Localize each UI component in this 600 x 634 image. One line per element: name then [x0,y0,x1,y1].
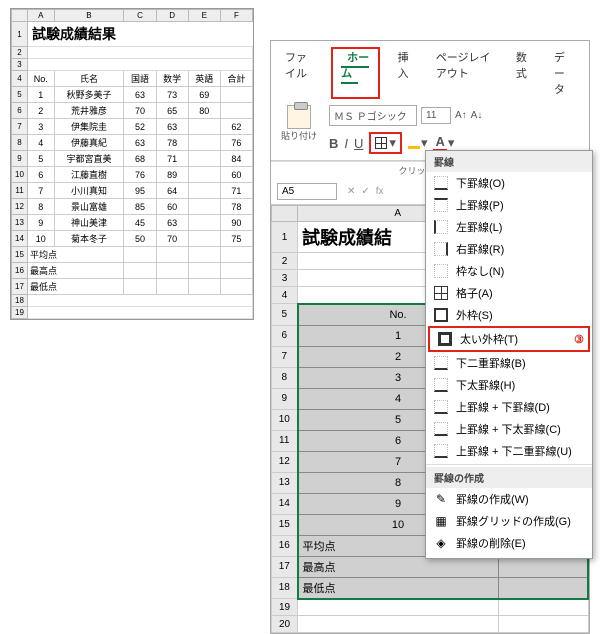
select-all[interactable] [272,206,298,222]
border-dropdown[interactable]: ▾ [369,132,402,154]
fill-color-button[interactable]: ▾ [408,135,428,151]
border-icon [434,198,448,212]
tab-insert[interactable]: 挿入 [392,47,418,99]
preview-sheet: ABCDEF 1試験成績結果 2 3 4 No.氏名 国語数学 英語合計 51秋… [10,8,254,320]
menu-section-draw: 罫線の作成 [426,467,592,488]
name-box[interactable]: A5 [277,183,337,200]
thick-border-icon [438,332,452,346]
border-icon [434,286,448,300]
tab-data[interactable]: データ [548,47,581,99]
underline-button[interactable]: U [354,136,363,151]
cancel-icon[interactable]: ✕ [347,186,355,197]
tool-icon: ◈ [434,536,448,550]
italic-button[interactable]: I [344,136,348,151]
border-icon [434,422,448,436]
paste-icon [287,105,311,129]
tab-file[interactable]: ファイル [279,47,319,99]
menu-section-borders: 罫線 [426,151,592,172]
fx-button[interactable]: fx [376,186,384,197]
increase-font-icon[interactable]: A↑ [455,110,467,121]
bucket-icon [408,137,420,149]
border-icon [434,264,448,278]
bold-button[interactable]: B [329,136,338,151]
menu-item[interactable]: 左罫線(L) [426,216,592,238]
menu-item[interactable]: ✎罫線の作成(W) [426,488,592,510]
preview-col-headers: ABCDEF [12,10,253,22]
menu-item[interactable]: ◈罫線の削除(E) [426,532,592,554]
tab-home[interactable]: ホーム [341,50,369,84]
menu-item[interactable]: ▦罫線グリッドの作成(G) [426,510,592,532]
confirm-icon[interactable]: ✓ [361,186,369,197]
border-icon [434,356,448,370]
paste-button[interactable]: 貼り付け [277,105,321,142]
menu-item[interactable]: 右罫線(R) [426,238,592,260]
border-icon [434,242,448,256]
menu-item[interactable]: 上罫線(P) [426,194,592,216]
decrease-font-icon[interactable]: A↓ [471,110,483,121]
chevron-down-icon: ▾ [389,135,396,151]
clipboard-group: 貼り付け [277,105,321,142]
border-icon [434,176,448,190]
menu-item[interactable]: 外枠(S) [426,304,592,326]
border-icon [434,308,448,322]
menu-item[interactable]: 上罫線 + 下二重罫線(U) [426,440,592,462]
tool-icon: ▦ [434,514,448,528]
menu-item[interactable]: 下罫線(O) [426,172,592,194]
menu-item[interactable]: 下二重罫線(B) [426,352,592,374]
border-icon [434,378,448,392]
preview-header-row: 4 No.氏名 国語数学 英語合計 [12,71,253,87]
tool-icon: ✎ [434,492,448,506]
ribbon-tabs: ファイル ホーム 挿入 ページレイアウト 数式 データ [271,41,589,99]
size-select[interactable]: 11 [421,107,451,124]
border-icon [375,137,387,149]
menu-item[interactable]: 下太罫線(H) [426,374,592,396]
border-icon [434,400,448,414]
menu-thick-outside[interactable]: 太い外枠(T) ③ [428,326,590,352]
menu-item[interactable]: 上罫線 + 下罫線(D) [426,396,592,418]
border-icon [434,444,448,458]
menu-item[interactable]: 枠なし(N) [426,260,592,282]
font-select[interactable]: ＭＳ Ｐゴシック [329,105,417,126]
menu-item[interactable]: 上罫線 + 下太罫線(C) [426,418,592,440]
menu-item[interactable]: 格子(A) [426,282,592,304]
border-icon [434,220,448,234]
tab-formula[interactable]: 数式 [510,47,536,99]
border-menu: 罫線 下罫線(O)上罫線(P)左罫線(L)右罫線(R)枠なし(N)格子(A)外枠… [425,150,593,559]
callout-3: ③ [574,333,584,346]
tab-layout[interactable]: ページレイアウト [430,47,498,99]
